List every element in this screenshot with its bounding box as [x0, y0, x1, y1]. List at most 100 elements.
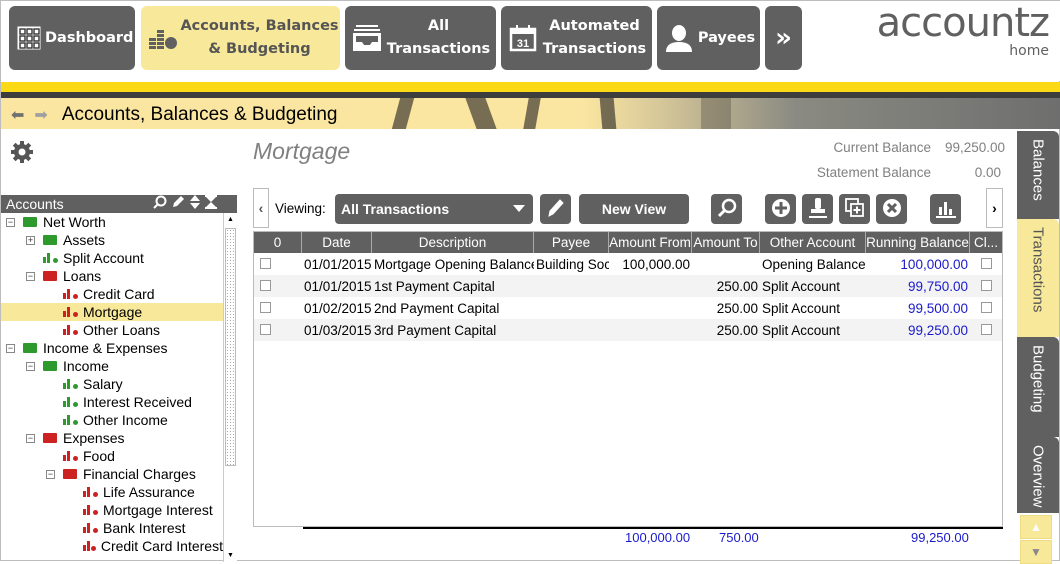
toolbar-scroll-left-button[interactable]: ‹	[253, 188, 269, 228]
tree-item[interactable]: − Loans	[1, 267, 223, 285]
column-header-payee[interactable]: Payee	[534, 232, 609, 253]
row-select-checkbox[interactable]	[260, 323, 271, 335]
column-header-count[interactable]: 0	[254, 232, 302, 253]
nav-more-button[interactable]: »	[765, 6, 802, 70]
nav-automated-transactions-button[interactable]: 31 Automated Transactions	[501, 6, 652, 70]
tree-item[interactable]: Food	[1, 447, 223, 465]
cell-running-balance[interactable]: 100,000.00	[866, 257, 970, 272]
scroll-down-icon[interactable]: ▼	[224, 549, 237, 562]
cell-other-account[interactable]: Split Account	[760, 301, 866, 316]
forward-arrow-icon[interactable]: ➡	[34, 105, 47, 125]
cell-description[interactable]: 2nd Payment Capital	[372, 301, 534, 316]
tree-item[interactable]: − Financial Charges	[1, 465, 223, 483]
tree-scrollbar[interactable]: ▲ ▼	[223, 213, 237, 562]
tree-item[interactable]: Mortgage	[1, 303, 223, 321]
cleared-checkbox[interactable]	[980, 323, 992, 335]
tree-item[interactable]: Credit Card	[1, 285, 223, 303]
tab-budgeting[interactable]: Budgeting	[1017, 337, 1059, 437]
nav-all-transactions-button[interactable]: All Transactions	[345, 6, 496, 70]
column-header-running-balance[interactable]: Running Balance	[866, 232, 970, 253]
tree-item[interactable]: + Assets	[1, 231, 223, 249]
reconcile-button[interactable]	[802, 194, 833, 224]
chart-button[interactable]	[930, 194, 961, 224]
search-icon[interactable]	[153, 195, 167, 212]
table-row[interactable]: 01/03/2015 3rd Payment Capital 250.00 Split…	[254, 319, 1002, 341]
collapse-icon[interactable]: −	[46, 469, 55, 479]
cell-running-balance[interactable]: 99,250.00	[866, 323, 970, 338]
scroll-thumb[interactable]	[225, 228, 236, 466]
cleared-checkbox[interactable]	[980, 279, 992, 291]
table-row[interactable]: 01/01/2015 1st Payment Capital 250.00 Split…	[254, 275, 1002, 297]
nav-dashboard-button[interactable]: Dashboard	[9, 6, 135, 70]
cell-description[interactable]: 3rd Payment Capital	[372, 323, 534, 338]
collapse-icon[interactable]: −	[6, 217, 15, 227]
cell-description[interactable]: 1st Payment Capital	[372, 279, 534, 294]
cell-amount-to[interactable]: 250.00	[692, 279, 760, 294]
table-row[interactable]: 01/01/2015 Mortgage Opening Balance Buildi…	[254, 253, 1002, 275]
nav-accounts-button[interactable]: Accounts, Balances & Budgeting	[141, 6, 340, 70]
tree-item[interactable]: Mortgage Interest	[1, 501, 223, 519]
collapse-icon[interactable]: −	[26, 361, 35, 371]
cleared-checkbox[interactable]	[980, 301, 992, 313]
back-arrow-icon[interactable]: ⬅	[11, 105, 24, 125]
scroll-up-icon[interactable]: ▲	[224, 213, 237, 226]
cell-running-balance[interactable]: 99,750.00	[866, 279, 970, 294]
row-select-checkbox[interactable]	[260, 301, 271, 313]
column-header-amount-to[interactable]: Amount To	[692, 232, 760, 253]
tab-balances[interactable]: Balances	[1017, 131, 1059, 219]
cell-other-account[interactable]: Split Account	[760, 323, 866, 338]
cell-date[interactable]: 01/02/2015	[302, 301, 372, 316]
cell-other-account[interactable]: Split Account	[760, 279, 866, 294]
cell-running-balance[interactable]: 99,500.00	[866, 301, 970, 316]
tabs-scroll-up-button[interactable]: ▲	[1020, 515, 1052, 539]
search-button[interactable]	[711, 194, 742, 224]
tree-item[interactable]: − Expenses	[1, 429, 223, 447]
duplicate-button[interactable]	[839, 194, 870, 224]
tree-item[interactable]: − Income	[1, 357, 223, 375]
table-row[interactable]: 01/02/2015 2nd Payment Capital 250.00 Split…	[254, 297, 1002, 319]
settings-gear-icon[interactable]	[11, 141, 33, 169]
view-select[interactable]: All Transactions	[335, 194, 533, 224]
tabs-scroll-down-button[interactable]: ▼	[1020, 540, 1052, 564]
cleared-checkbox[interactable]	[980, 257, 992, 269]
cell-payee[interactable]: Building Soc	[534, 257, 609, 272]
collapse-icon[interactable]: −	[26, 433, 35, 443]
sort-icon[interactable]	[189, 195, 201, 212]
cell-other-account[interactable]: Opening Balance	[760, 257, 866, 272]
cell-date[interactable]: 01/01/2015	[302, 257, 372, 272]
tab-overview[interactable]: Overview	[1017, 437, 1059, 513]
tree-item[interactable]: − Net Worth	[1, 213, 223, 231]
column-header-date[interactable]: Date	[302, 232, 372, 253]
row-select-checkbox[interactable]	[260, 257, 271, 269]
cell-amount-to[interactable]: 250.00	[692, 323, 760, 338]
pencil-icon[interactable]	[171, 195, 185, 212]
delete-button[interactable]	[876, 194, 907, 224]
tree-item[interactable]: Other Loans	[1, 321, 223, 339]
cell-description[interactable]: Mortgage Opening Balance	[372, 257, 534, 272]
column-header-other-account[interactable]: Other Account	[760, 232, 866, 253]
collapse-icon[interactable]: −	[26, 271, 35, 281]
cell-date[interactable]: 01/01/2015	[302, 279, 372, 294]
add-transaction-button[interactable]	[765, 194, 796, 224]
tree-item[interactable]: Life Assurance	[1, 483, 223, 501]
tree-item[interactable]: Other Income	[1, 411, 223, 429]
tree-item[interactable]: Interest Received	[1, 393, 223, 411]
toolbar-scroll-right-button[interactable]: ›	[986, 188, 1003, 228]
row-select-checkbox[interactable]	[260, 279, 271, 291]
tree-item[interactable]: − Income & Expenses	[1, 339, 223, 357]
cell-amount-to[interactable]: 250.00	[692, 301, 760, 316]
column-header-amount-from[interactable]: Amount From	[609, 232, 692, 253]
collapse-icon[interactable]	[205, 195, 217, 212]
tree-item[interactable]: Split Account	[1, 249, 223, 267]
column-header-cleared[interactable]: Cl...	[970, 232, 1002, 253]
collapse-icon[interactable]: −	[6, 343, 15, 353]
tree-item[interactable]: Salary	[1, 375, 223, 393]
tree-item[interactable]: Credit Card Interest	[1, 537, 223, 555]
edit-view-button[interactable]	[540, 194, 571, 224]
new-view-button[interactable]: New View	[579, 194, 689, 224]
tab-transactions[interactable]: Transactions	[1017, 219, 1059, 337]
column-header-description[interactable]: Description	[372, 232, 534, 253]
tree-item[interactable]: Bank Interest	[1, 519, 223, 537]
nav-payees-button[interactable]: Payees	[657, 6, 760, 70]
expand-icon[interactable]: +	[26, 235, 35, 245]
